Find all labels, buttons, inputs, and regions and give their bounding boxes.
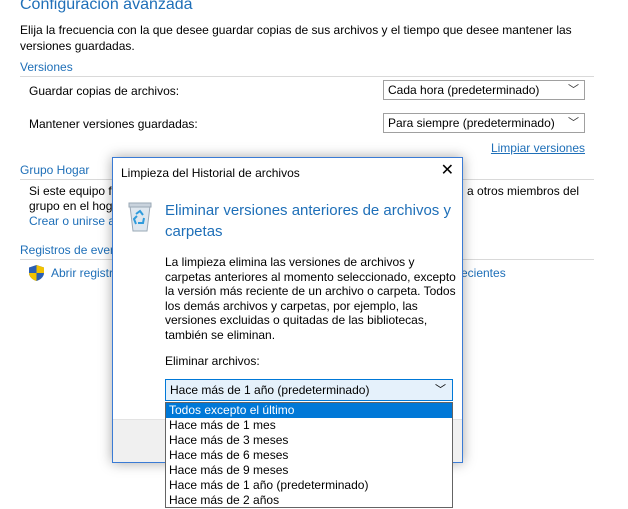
homegroup-header: Grupo Hogar [20,163,90,177]
chevron-down-icon: ﹀ [435,384,446,396]
dropdown-option[interactable]: Hace más de 1 mes [166,418,452,433]
dropdown-option[interactable]: Hace más de 9 meses [166,463,452,478]
recycle-bin-icon [128,202,152,232]
delete-files-label: Eliminar archivos: [165,354,260,368]
chevron-down-icon: ﹀ [568,117,579,129]
dropdown-option[interactable]: Hace más de 1 año (predeterminado) [166,478,452,493]
close-icon[interactable]: ✕ [441,162,454,180]
recent-events-link[interactable]: recientes [457,266,506,280]
dropdown-option[interactable]: Hace más de 3 meses [166,433,452,448]
event-logs-header: Registros de even [20,243,117,257]
dialog-heading: Eliminar versiones anteriores de archivo… [165,202,451,240]
delete-files-dropdown-list: Todos excepto el último Hace más de 1 me… [165,402,453,508]
dropdown-option[interactable]: Hace más de 2 años [166,493,452,508]
save-frequency-select[interactable]: Cada hora (predeterminado) ﹀ [383,80,585,100]
homegroup-create-join-link[interactable]: Crear o unirse a [29,214,115,228]
versions-divider [20,76,594,77]
dropdown-option[interactable]: Hace más de 6 meses [166,448,452,463]
page-description: Elija la frecuencia con la que desee gua… [20,23,572,53]
save-copies-label: Guardar copias de archivos: [29,84,180,98]
keep-versions-label: Mantener versiones guardadas: [29,117,198,131]
open-event-logs-link[interactable]: Abrir registr [51,266,113,280]
delete-files-selected-value: Hace más de 1 año (predeterminado) [170,383,370,397]
homegroup-text-start: Si este equipo fo [29,184,119,198]
delete-files-select[interactable]: Hace más de 1 año (predeterminado) ﹀ [165,379,453,401]
keep-versions-select[interactable]: Para siempre (predeterminado) ﹀ [383,113,585,133]
keep-versions-value: Para siempre (predeterminado) [388,116,555,130]
chevron-down-icon: ﹀ [568,84,579,96]
page-title: Configuración avanzada [20,0,193,13]
cleanup-versions-link[interactable]: Limpiar versiones [491,141,585,155]
uac-shield-icon [29,265,44,281]
dialog-title: Limpieza del Historial de archivos [121,166,300,180]
versions-header: Versiones [20,60,73,74]
homegroup-text-line2: grupo en el hog [29,199,113,213]
save-frequency-value: Cada hora (predeterminado) [388,83,540,97]
dropdown-option[interactable]: Todos excepto el último [166,403,452,418]
dialog-body-text: La limpieza elimina las versiones de arc… [165,255,456,342]
homegroup-text-end: d a otros miembros del [457,184,580,198]
